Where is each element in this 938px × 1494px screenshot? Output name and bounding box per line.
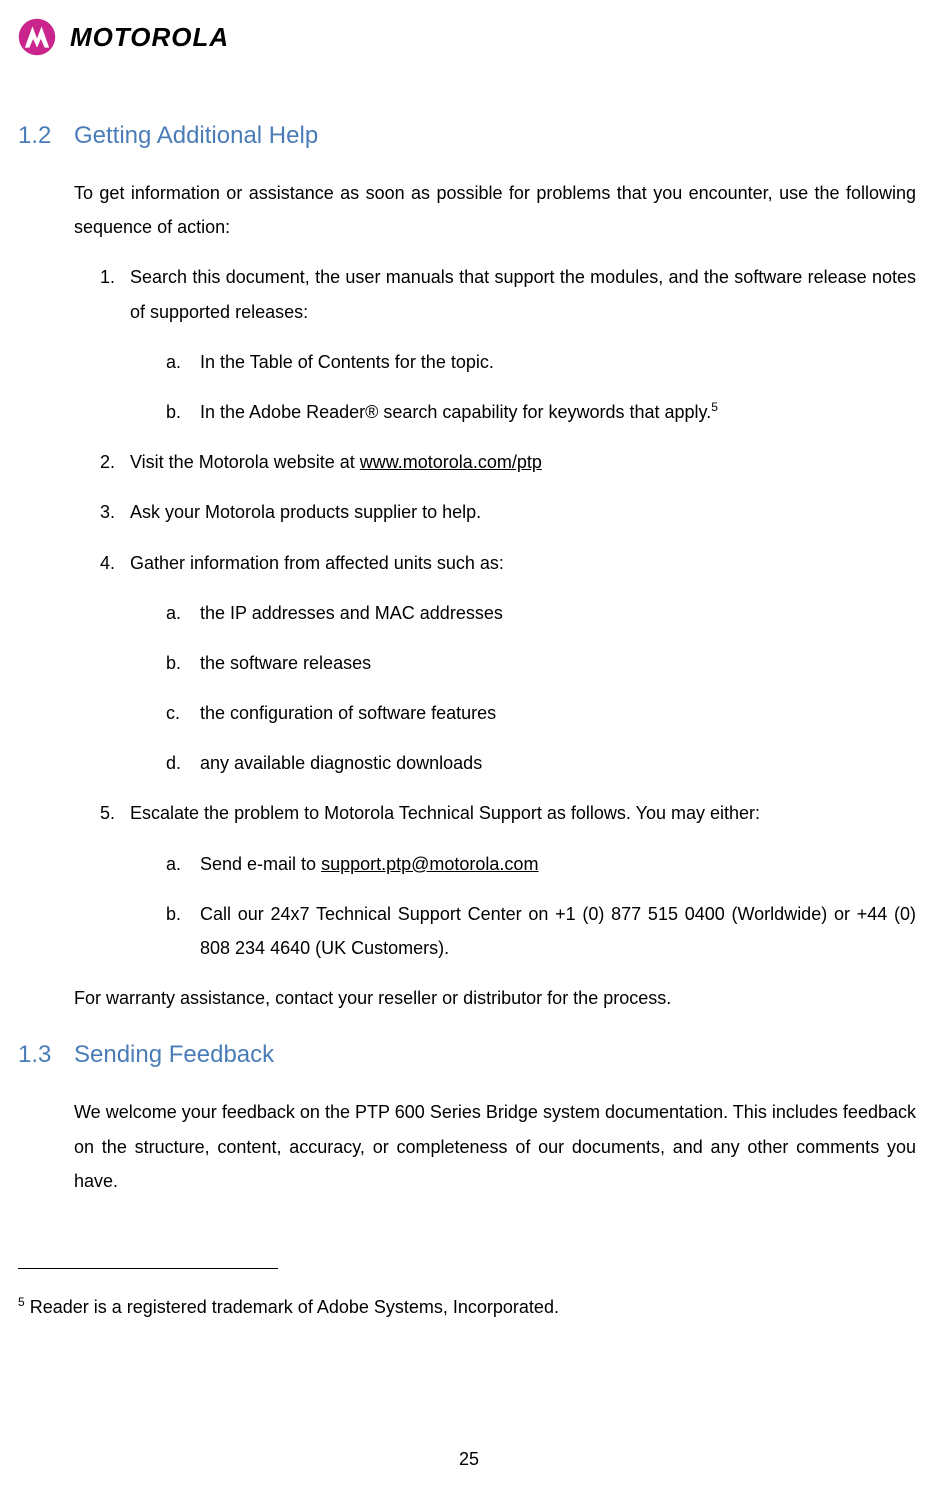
motorola-wordmark: MOTOROLA (70, 22, 229, 53)
section-13-body: We welcome your feedback on the PTP 600 … (74, 1095, 916, 1198)
list-item: Search this document, the user manuals t… (100, 260, 916, 429)
item5-text: Escalate the problem to Motorola Technic… (130, 803, 760, 823)
footnote-separator (18, 1268, 278, 1269)
page-number: 25 (0, 1449, 938, 1470)
item2-pre: Visit the Motorola website at (130, 452, 360, 472)
motorola-website-link[interactable]: www.motorola.com/ptp (360, 452, 542, 472)
list-item: Gather information from affected units s… (100, 546, 916, 781)
support-email-link[interactable]: support.ptp@motorola.com (321, 854, 538, 874)
motorola-batwing-icon (18, 18, 56, 56)
list-item: In the Table of Contents for the topic. (166, 345, 916, 379)
list-item: Ask your Motorola products supplier to h… (100, 495, 916, 529)
item5-sublist: Send e-mail to support.ptp@motorola.com … (130, 847, 916, 966)
list-item: In the Adobe Reader® search capability f… (166, 395, 916, 429)
item1-sub-b: In the Adobe Reader® search capability f… (200, 402, 711, 422)
item5-sub-a-pre: Send e-mail to (200, 854, 321, 874)
section-12-intro: To get information or assistance as soon… (74, 176, 916, 244)
list-item: the software releases (166, 646, 916, 680)
list-item: Escalate the problem to Motorola Technic… (100, 796, 916, 965)
section-12-number: 1.2 (18, 122, 74, 150)
section-12-heading: 1.2Getting Additional Help (18, 122, 920, 150)
section-13-number: 1.3 (18, 1041, 74, 1069)
footnote-5: 5 Reader is a registered trademark of Ad… (18, 1293, 920, 1322)
footnote-ref-5[interactable]: 5 (711, 400, 718, 414)
list-item: Send e-mail to support.ptp@motorola.com (166, 847, 916, 881)
list-item: Call our 24x7 Technical Support Center o… (166, 897, 916, 965)
list-item: the IP addresses and MAC addresses (166, 596, 916, 630)
section-12-title: Getting Additional Help (74, 122, 318, 149)
footnote-text: Reader is a registered trademark of Adob… (25, 1297, 559, 1317)
section-12-outro: For warranty assistance, contact your re… (74, 981, 916, 1015)
item1-text: Search this document, the user manuals t… (130, 267, 916, 321)
item4-sub-c: the configuration of software features (200, 703, 496, 723)
item4-sub-b: the software releases (200, 653, 371, 673)
item1-sublist: In the Table of Contents for the topic. … (130, 345, 916, 429)
header-logo-row: MOTOROLA (18, 18, 920, 66)
item4-sub-d: any available diagnostic downloads (200, 753, 482, 773)
list-item: Visit the Motorola website at www.motoro… (100, 445, 916, 479)
section-12-ordered-list: Search this document, the user manuals t… (74, 260, 916, 965)
item4-sub-a: the IP addresses and MAC addresses (200, 603, 503, 623)
item4-sublist: the IP addresses and MAC addresses the s… (130, 596, 916, 781)
item1-sub-a: In the Table of Contents for the topic. (200, 352, 494, 372)
item3-text: Ask your Motorola products supplier to h… (130, 502, 481, 522)
list-item: the configuration of software features (166, 696, 916, 730)
item4-text: Gather information from affected units s… (130, 553, 504, 573)
footnote-marker: 5 (18, 1295, 25, 1309)
section-13-heading: 1.3Sending Feedback (18, 1041, 920, 1069)
item5-sub-b: Call our 24x7 Technical Support Center o… (200, 904, 916, 958)
section-13-title: Sending Feedback (74, 1041, 274, 1068)
list-item: any available diagnostic downloads (166, 746, 916, 780)
